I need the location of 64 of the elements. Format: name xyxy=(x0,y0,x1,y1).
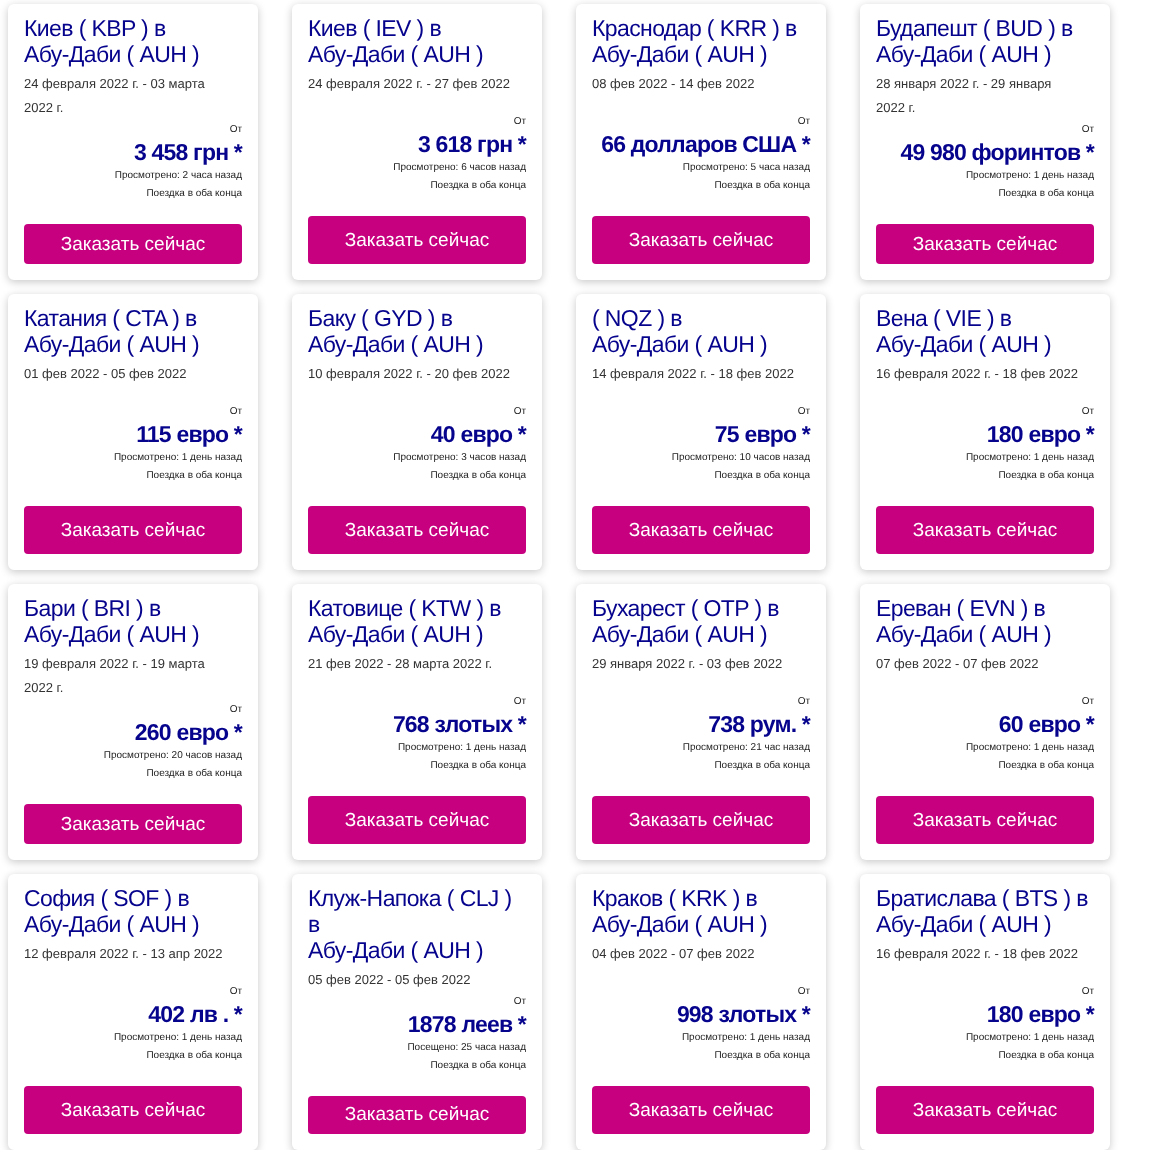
book-now-button[interactable]: Заказать сейчас xyxy=(592,506,810,554)
price: 3 618 грн * xyxy=(417,132,526,160)
origin-city: Киев ( IEV ) в xyxy=(308,18,444,44)
book-now-button[interactable]: Заказать сейчас xyxy=(876,1086,1094,1134)
price: 402 лв . * xyxy=(148,1002,242,1030)
price: 768 злотых * xyxy=(392,712,526,740)
destination-city: Абу-Даби ( AUH ) xyxy=(592,914,770,940)
destination-city: Абу-Даби ( AUH ) xyxy=(308,334,486,360)
destination-city: Абу-Даби ( AUH ) xyxy=(592,624,770,650)
origin-city: Клуж-Напока ( CLJ ) в xyxy=(308,888,514,940)
price: 49 980 форинтов * xyxy=(900,140,1094,168)
origin-city: Ереван ( EVN ) в xyxy=(876,598,1048,624)
price: 180 евро * xyxy=(986,422,1094,450)
origin-city: ( NQZ ) в xyxy=(592,308,684,334)
destination-city: Абу-Даби ( AUH ) xyxy=(876,624,1054,650)
book-now-button[interactable]: Заказать сейчас xyxy=(876,224,1094,264)
origin-city: Братислава ( BTS ) в xyxy=(876,888,1090,914)
book-now-button[interactable]: Заказать сейчас xyxy=(308,796,526,844)
price: 3 458 грн * xyxy=(133,140,242,168)
origin-city: Краснодар ( KRR ) в xyxy=(592,18,799,44)
destination-city: Абу-Даби ( AUH ) xyxy=(308,44,486,70)
book-now-button[interactable]: Заказать сейчас xyxy=(308,506,526,554)
destination-city: Абу-Даби ( AUH ) xyxy=(24,624,202,650)
book-now-button[interactable]: Заказать сейчас xyxy=(592,216,810,264)
origin-city: Киев ( KBP ) в xyxy=(24,18,168,44)
book-now-button[interactable]: Заказать сейчас xyxy=(308,216,526,264)
origin-city: София ( SOF ) в xyxy=(24,888,192,914)
origin-city: Вена ( VIE ) в xyxy=(876,308,1014,334)
origin-city: Краков ( KRK ) в xyxy=(592,888,760,914)
origin-city: Бухарест ( OTP ) в xyxy=(592,598,781,624)
origin-city: Катовице ( KTW ) в xyxy=(308,598,503,624)
price: 115 евро * xyxy=(136,422,242,450)
price: 738 рум. * xyxy=(708,712,810,740)
price: 75 евро * xyxy=(714,422,810,450)
book-now-button[interactable]: Заказать сейчас xyxy=(876,796,1094,844)
book-now-button[interactable]: Заказать сейчас xyxy=(24,1086,242,1134)
price: 1878 леев * xyxy=(407,1012,526,1040)
destination-city: Абу-Даби ( AUH ) xyxy=(308,940,486,966)
book-now-button[interactable]: Заказать сейчас xyxy=(876,506,1094,554)
origin-city: Баку ( GYD ) в xyxy=(308,308,455,334)
price: 998 злотых * xyxy=(676,1002,810,1030)
book-now-button[interactable]: Заказать сейчас xyxy=(24,224,242,264)
origin-city: Катания ( CTA ) в xyxy=(24,308,199,334)
book-now-button[interactable]: Заказать сейчас xyxy=(24,804,242,844)
destination-city: Абу-Даби ( AUH ) xyxy=(24,44,202,70)
destination-city: Абу-Даби ( AUH ) xyxy=(876,334,1054,360)
book-now-button[interactable]: Заказать сейчас xyxy=(308,1096,526,1134)
destination-city: Абу-Даби ( AUH ) xyxy=(308,624,486,650)
price: 66 долларов США * xyxy=(601,132,810,160)
price: 40 евро * xyxy=(430,422,526,450)
book-now-button[interactable]: Заказать сейчас xyxy=(24,506,242,554)
price: 60 евро * xyxy=(998,712,1094,740)
destination-city: Абу-Даби ( AUH ) xyxy=(592,334,770,360)
book-now-button[interactable]: Заказать сейчас xyxy=(592,1086,810,1134)
destination-city: Абу-Даби ( AUH ) xyxy=(24,914,202,940)
destination-city: Абу-Даби ( AUH ) xyxy=(876,914,1054,940)
destination-city: Абу-Даби ( AUH ) xyxy=(592,44,770,70)
origin-city: Бари ( BRI ) в xyxy=(24,598,163,624)
destination-city: Абу-Даби ( AUH ) xyxy=(24,334,202,360)
price: 260 евро * xyxy=(134,720,242,748)
book-now-button[interactable]: Заказать сейчас xyxy=(592,796,810,844)
destination-city: Абу-Даби ( AUH ) xyxy=(876,44,1054,70)
price: 180 евро * xyxy=(986,1002,1094,1030)
origin-city: Будапешт ( BUD ) в xyxy=(876,18,1075,44)
